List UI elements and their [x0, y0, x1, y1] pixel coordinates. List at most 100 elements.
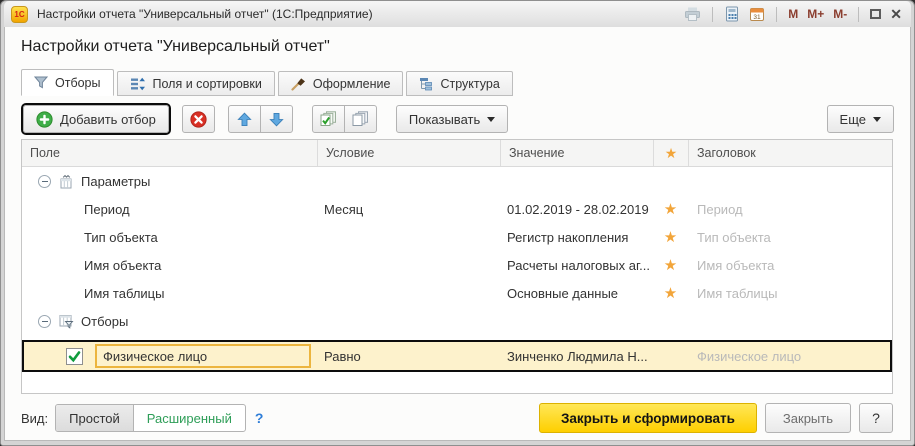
star-icon[interactable]: ★	[653, 284, 688, 302]
tab-label: Оформление	[313, 77, 391, 91]
move-up-button[interactable]	[228, 105, 261, 133]
title-cell: Период	[688, 202, 892, 217]
value-cell: Регистр накопления	[500, 230, 653, 245]
column-header-title[interactable]: Заголовок	[688, 140, 892, 166]
memory-m-button[interactable]: M	[788, 7, 798, 21]
memory-m-plus-button[interactable]: M+	[807, 7, 824, 21]
help-button[interactable]: ?	[859, 403, 893, 433]
column-header-value[interactable]: Значение	[500, 140, 653, 166]
add-plus-icon	[36, 111, 53, 128]
form-content: Настройки отчета "Универсальный отчет" О…	[4, 27, 911, 441]
tab-fields-sorting[interactable]: Поля и сортировки	[117, 71, 275, 96]
calendar-icon[interactable]: 31	[749, 6, 765, 22]
delete-filter-button[interactable]	[182, 105, 215, 133]
structure-icon	[419, 77, 433, 91]
tab-label: Поля и сортировки	[153, 77, 262, 91]
move-down-button[interactable]	[260, 105, 293, 133]
fields-sort-icon	[130, 77, 146, 91]
view-extended-button[interactable]: Расширенный	[134, 405, 245, 431]
tab-bar: Отборы Поля и сортировки Оформление Стру…	[21, 69, 910, 96]
brush-icon	[291, 77, 306, 91]
value-cell: Зинченко Людмила Н...	[500, 349, 653, 364]
add-filter-label: Добавить отбор	[60, 112, 156, 127]
divider	[712, 7, 713, 22]
filter-table-icon	[58, 314, 74, 329]
tab-filters[interactable]: Отборы	[21, 69, 114, 96]
collapse-icon[interactable]	[38, 315, 51, 328]
value-cell: 01.02.2019 - 28.02.2019	[500, 202, 653, 217]
move-buttons	[228, 105, 293, 133]
column-header-condition[interactable]: Условие	[317, 140, 500, 166]
condition-cell: Месяц	[317, 202, 500, 217]
arrow-down-icon	[269, 112, 284, 127]
more-dropdown-label: Еще	[840, 112, 866, 127]
svg-text:31: 31	[754, 14, 762, 21]
app-window: 1С Настройки отчета "Универсальный отчет…	[0, 0, 915, 446]
condition-cell: Равно	[317, 349, 500, 364]
chevron-down-icon	[487, 117, 495, 126]
check-all-button[interactable]	[312, 105, 345, 133]
view-simple-button[interactable]: Простой	[56, 405, 134, 431]
show-dropdown-button[interactable]: Показывать	[396, 105, 508, 133]
arrow-up-icon	[237, 112, 252, 127]
table-row-period[interactable]: Период Месяц 01.02.2019 - 28.02.2019 ★ П…	[22, 195, 892, 223]
uncheck-all-button[interactable]	[344, 105, 377, 133]
value-cell: Основные данные	[500, 286, 653, 301]
title-cell: Имя таблицы	[688, 286, 892, 301]
add-filter-button[interactable]: Добавить отбор	[23, 105, 169, 133]
star-icon[interactable]: ★	[653, 200, 688, 218]
table-row-group-parameters[interactable]: Параметры	[22, 167, 892, 195]
close-button[interactable]: Закрыть	[765, 403, 851, 433]
footer-bar: Вид: Простой Расширенный ? Закрыть и сфо…	[21, 402, 893, 434]
divider	[776, 7, 777, 22]
tab-label: Отборы	[55, 76, 101, 90]
tab-label: Структура	[440, 77, 499, 91]
maximize-icon[interactable]	[870, 9, 881, 19]
close-icon[interactable]: ✕	[890, 7, 902, 21]
field-label: Физическое лицо	[103, 349, 207, 364]
field-cell: Имя таблицы	[22, 286, 317, 301]
show-dropdown-label: Показывать	[409, 112, 480, 127]
title-cell: Физическое лицо	[688, 349, 890, 364]
chevron-down-icon	[873, 117, 881, 126]
star-icon[interactable]: ★	[653, 228, 688, 246]
field-cell: Тип объекта	[22, 230, 317, 245]
view-label: Вид:	[21, 411, 48, 426]
title-bar: 1С Настройки отчета "Универсальный отчет…	[4, 1, 911, 27]
table-row-object-name[interactable]: Имя объекта Расчеты налоговых аг... ★ Им…	[22, 251, 892, 279]
tab-appearance[interactable]: Оформление	[278, 71, 404, 96]
funnel-icon	[34, 76, 48, 89]
group-label: Параметры	[81, 174, 150, 189]
divider	[858, 7, 859, 22]
title-cell: Тип объекта	[688, 230, 892, 245]
delete-icon	[190, 111, 207, 128]
table-row-table-name[interactable]: Имя таблицы Основные данные ★ Имя таблиц…	[22, 279, 892, 307]
view-help-link[interactable]: ?	[255, 410, 264, 426]
pages-check-icon	[319, 111, 337, 127]
tab-structure[interactable]: Структура	[406, 71, 512, 96]
row-checkbox[interactable]	[66, 348, 83, 365]
column-header-field[interactable]: Поле	[22, 140, 317, 166]
collapse-icon[interactable]	[38, 175, 51, 188]
print-icon[interactable]	[684, 6, 701, 22]
group-label: Отборы	[81, 314, 128, 329]
calculator-icon[interactable]	[724, 6, 740, 22]
parameters-icon	[58, 174, 74, 189]
table-row-group-filters[interactable]: Отборы	[22, 307, 892, 335]
field-cell: Имя объекта	[22, 258, 317, 273]
value-cell: Расчеты налоговых аг...	[500, 258, 653, 273]
table-row-object-type[interactable]: Тип объекта Регистр накопления ★ Тип объ…	[22, 223, 892, 251]
star-icon[interactable]: ★	[653, 256, 688, 274]
memory-m-minus-button[interactable]: M-	[833, 7, 847, 21]
more-dropdown-button[interactable]: Еще	[827, 105, 894, 133]
view-mode-switch: Простой Расширенный	[55, 404, 246, 432]
column-header-star-icon[interactable]: ★	[653, 140, 688, 166]
window-title: Настройки отчета "Универсальный отчет" (…	[37, 7, 373, 21]
filters-table: Поле Условие Значение ★ Заголовок Параме…	[21, 139, 893, 394]
close-and-generate-button[interactable]: Закрыть и сформировать	[539, 403, 757, 433]
title-cell: Имя объекта	[688, 258, 892, 273]
title-controls: 31 M M+ M- ✕	[684, 6, 902, 22]
table-row-individual-selected[interactable]: Физическое лицо Равно Зинченко Людмила Н…	[22, 340, 892, 372]
active-field-cell[interactable]: Физическое лицо	[95, 344, 311, 368]
1c-logo-icon: 1С	[11, 6, 28, 23]
